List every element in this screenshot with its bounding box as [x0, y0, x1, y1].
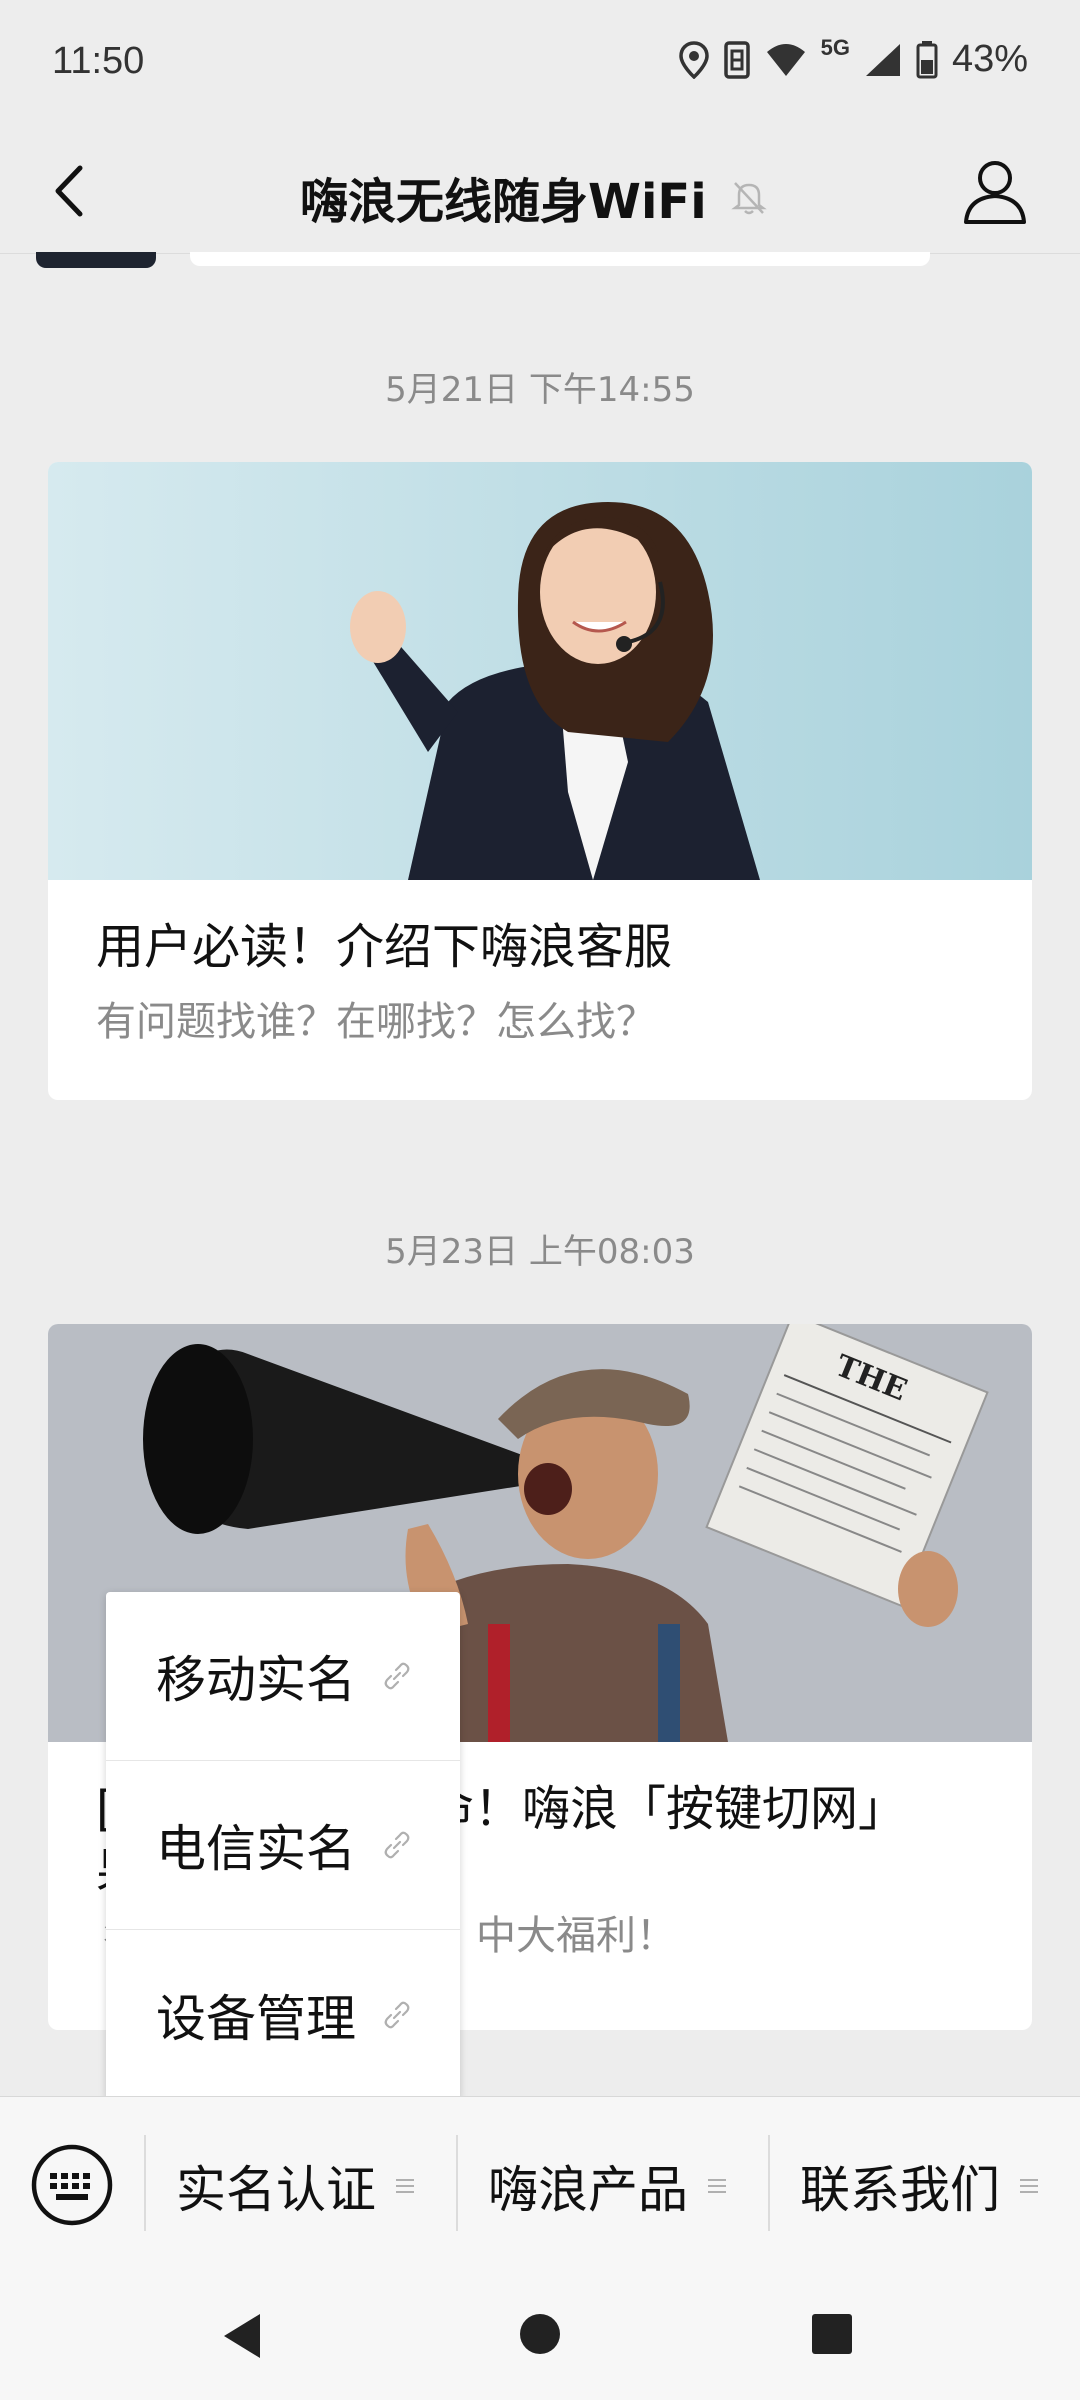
status-time: 11:50	[52, 40, 145, 82]
menu-divider	[144, 2135, 146, 2231]
previous-message-edge	[190, 252, 930, 266]
nav-recents-icon[interactable]	[810, 2312, 854, 2356]
menu-label: 联系我们	[800, 2161, 1000, 2219]
menu-divider	[456, 2135, 458, 2231]
article-body: 用户必读！介绍下嗨浪客服 有问题找谁？在哪找？怎么找？	[48, 880, 1032, 1048]
menu-label: 嗨浪产品	[488, 2161, 688, 2219]
back-arrow-icon[interactable]	[40, 156, 110, 226]
link-icon	[384, 2001, 410, 2028]
submenu-item-mobile-verify[interactable]: 移动实名	[106, 1592, 460, 1761]
chat-header: 嗨浪无线随身WiFi	[0, 128, 1080, 254]
article-title: 用户必读！介绍下嗨浪客服	[96, 919, 673, 975]
menu-lines-icon	[396, 2179, 414, 2193]
status-icons: 5G 43%	[678, 34, 1028, 81]
submenu-item-label: 设备管理	[156, 1989, 356, 2048]
nav-home-icon[interactable]	[518, 2312, 562, 2356]
system-nav-bar	[0, 2268, 1080, 2400]
article-card[interactable]: 用户必读！介绍下嗨浪客服 有问题找谁？在哪找？怎么找？	[48, 462, 1032, 1100]
location-icon	[678, 40, 709, 79]
submenu-item-label: 移动实名	[156, 1651, 356, 1709]
article-title-fragment-right: 命！嗨浪「按键切网」	[426, 1781, 907, 1837]
keyboard-icon[interactable]	[30, 2143, 114, 2227]
submenu-item-label: 电信实名	[156, 1820, 356, 1878]
message-timestamp: 5月23日 上午08:03	[385, 1232, 695, 1272]
menu-lines-icon	[708, 2179, 726, 2193]
page-title: 嗨浪无线随身WiFi	[300, 174, 707, 230]
menu-lines-icon	[1020, 2179, 1038, 2193]
official-account-menu-bar: 实名认证 嗨浪产品 联系我们	[0, 2096, 1080, 2268]
menu-real-name-verification[interactable]: 实名认证	[176, 2141, 414, 2231]
article-subtitle-fragment-right: 中大福利！	[476, 1913, 676, 1959]
battery-icon	[916, 40, 938, 78]
link-icon	[384, 1662, 410, 1690]
network-type: 5G	[820, 34, 850, 60]
menu-divider	[768, 2135, 770, 2231]
bell-muted-icon	[730, 182, 767, 215]
previous-message-edge	[36, 252, 156, 268]
menu-products[interactable]: 嗨浪产品	[488, 2141, 726, 2231]
profile-icon[interactable]	[962, 156, 1028, 226]
submenu-item-telecom-verify[interactable]: 电信实名	[106, 1761, 460, 1930]
message-timestamp: 5月21日 下午14:55	[385, 370, 695, 410]
signal-icon	[865, 43, 900, 76]
wifi-icon	[766, 43, 805, 76]
article-subtitle: 有问题找谁？在哪找？怎么找？	[96, 999, 656, 1045]
submenu-item-device-management[interactable]: 设备管理	[106, 1930, 460, 2099]
menu-label: 实名认证	[176, 2161, 376, 2219]
link-icon	[384, 1831, 410, 1859]
vibrate-icon	[723, 40, 750, 79]
article-cover-image	[48, 462, 1032, 880]
nav-back-icon[interactable]	[220, 2312, 264, 2360]
status-bar: 11:50 5G 43%	[0, 0, 1080, 128]
submenu-popup: 移动实名 电信实名 设备管理	[106, 1592, 460, 2100]
menu-contact-us[interactable]: 联系我们	[800, 2141, 1038, 2231]
title-group: 嗨浪无线随身WiFi	[300, 162, 769, 232]
battery-percent: 43%	[951, 38, 1028, 80]
